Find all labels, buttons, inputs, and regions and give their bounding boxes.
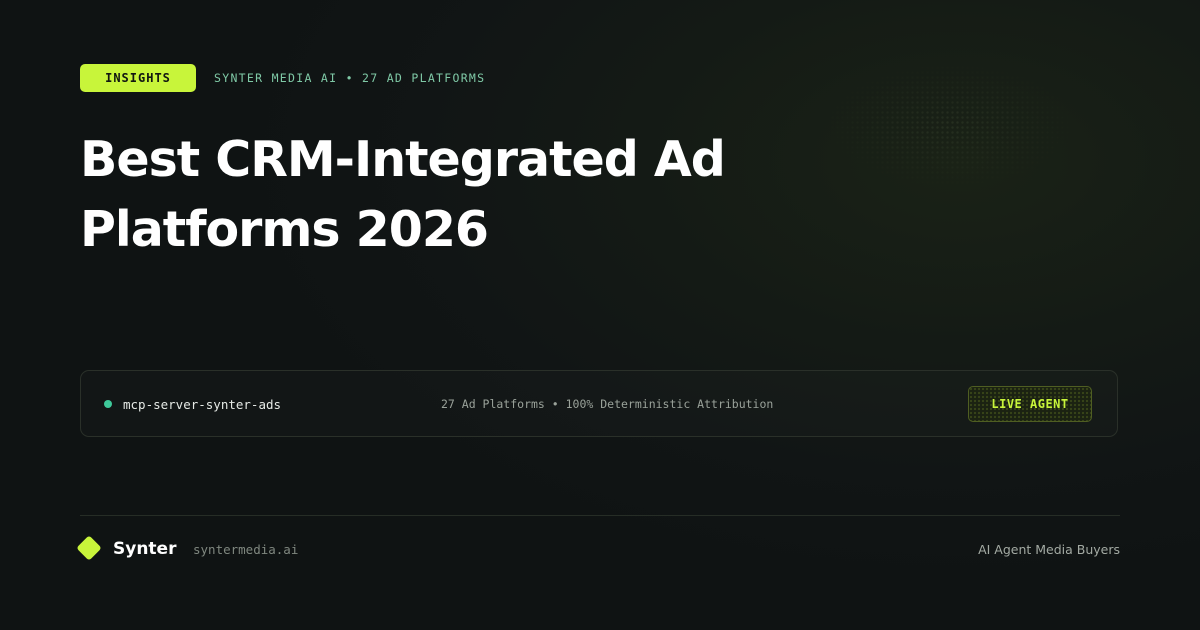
page-title: Best CRM-Integrated Ad Platforms 2026 (80, 125, 880, 265)
header-meta-text: SYNTER MEDIA AI • 27 AD PLATFORMS (214, 71, 486, 85)
live-agent-button[interactable]: LIVE AGENT (968, 386, 1092, 422)
agent-status-bar: mcp-server-synter-ads 27 Ad Platforms • … (80, 370, 1118, 437)
tagline: AI Agent Media Buyers (978, 542, 1120, 557)
title-line-2: Platforms 2026 (80, 201, 489, 258)
category-badge: INSIGHTS (80, 64, 196, 92)
status-dot-icon (104, 400, 112, 408)
platform-stats: 27 Ad Platforms • 100% Deterministic Att… (441, 397, 774, 411)
footer-divider (80, 515, 1120, 516)
domain-link[interactable]: syntermedia.ai (193, 540, 298, 560)
brand-name: Synter (113, 539, 177, 559)
server-name: mcp-server-synter-ads (123, 397, 282, 412)
title-line-1: Best CRM-Integrated Ad (80, 131, 726, 188)
diamond-logo-icon (76, 535, 102, 561)
